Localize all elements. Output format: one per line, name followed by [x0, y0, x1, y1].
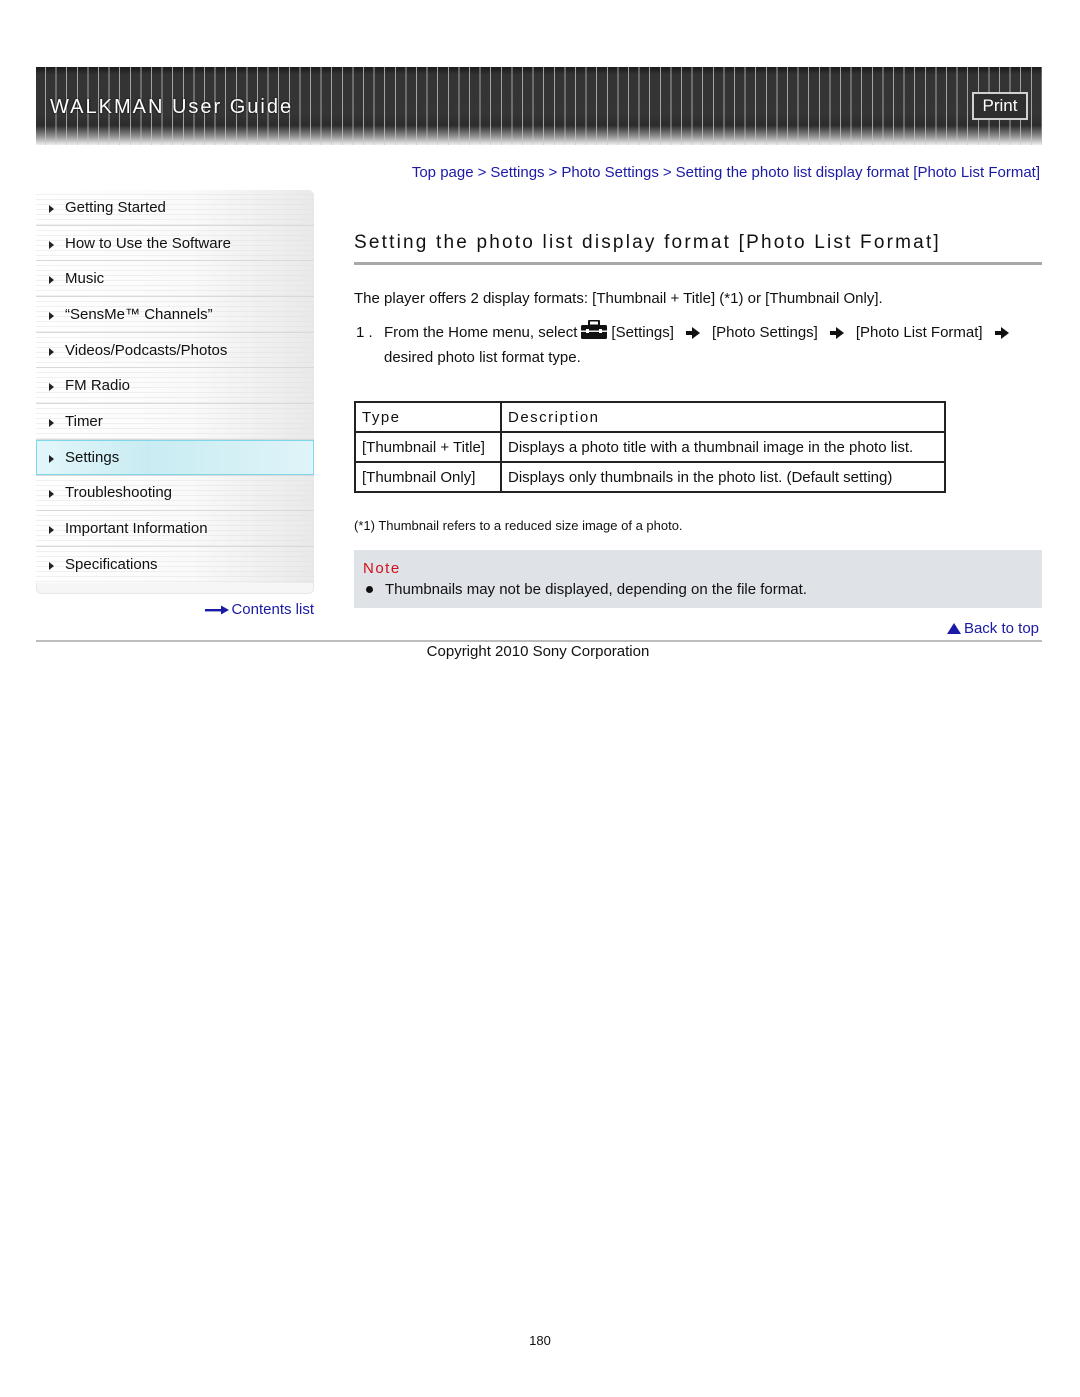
triangle-right-icon [49, 418, 54, 427]
step-number: 1 . [356, 324, 373, 341]
arrow-right-icon [205, 605, 230, 614]
sidebar-item-videos-podcasts-photos[interactable]: Videos/Podcasts/Photos [36, 332, 314, 369]
triangle-up-icon [946, 623, 961, 634]
sidebar-item-specifications[interactable]: Specifications [36, 546, 314, 583]
breadcrumb-settings[interactable]: Settings [490, 164, 544, 181]
sidebar-item-how-to-use-software[interactable]: How to Use the Software [36, 225, 314, 262]
note-item-text: Thumbnails may not be displayed, dependi… [385, 581, 807, 598]
title-divider [354, 262, 1042, 265]
triangle-right-icon [49, 311, 54, 320]
step-path-settings: [Settings] [611, 324, 674, 341]
sidebar-item-label: Timer [65, 412, 103, 430]
sidebar-item-music[interactable]: Music [36, 261, 314, 298]
sidebar-nav: Getting Started How to Use the Software … [36, 190, 314, 594]
table-cell-description: Displays only thumbnails in the photo li… [500, 461, 946, 493]
sidebar-item-label: Specifications [65, 556, 158, 574]
step-path-photo-settings: [Photo Settings] [711, 324, 818, 341]
sidebar-item-sensme-channels[interactable]: “SensMe™ Channels” [36, 297, 314, 333]
sidebar-item-label: Important Information [65, 520, 208, 538]
breadcrumb: Top page > Settings > Photo Settings > Setting… [412, 164, 1040, 181]
footnote: (*1) Thumbnail refers to a reduced size … [354, 518, 683, 533]
sidebar-item-settings[interactable]: Settings [36, 439, 314, 476]
triangle-right-icon [49, 526, 54, 535]
header-banner: WALKMAN User Guide Print [36, 67, 1042, 145]
column-header-type: Type [354, 401, 502, 433]
print-button[interactable]: Print [972, 92, 1028, 120]
contents-list-label: Contents list [231, 601, 314, 618]
breadcrumb-separator: > [548, 164, 558, 181]
sidebar-item-getting-started[interactable]: Getting Started [36, 190, 314, 226]
step-prefix: From the Home menu, select [384, 324, 578, 341]
note-title: Note [363, 560, 401, 577]
triangle-right-icon [49, 240, 54, 249]
table-cell-description: Displays a photo title with a thumbnail … [500, 431, 946, 463]
sidebar-item-fm-radio[interactable]: FM Radio [36, 368, 314, 405]
sidebar-item-label: Troubleshooting [65, 484, 173, 502]
triangle-right-icon [49, 204, 54, 213]
sidebar-item-troubleshooting[interactable]: Troubleshooting [36, 475, 314, 512]
sidebar-item-label: Videos/Podcasts/Photos [65, 341, 228, 359]
footer-divider [36, 640, 1042, 642]
sidebar-item-timer[interactable]: Timer [36, 404, 314, 440]
note-box: Note Thumbnails may not be displayed, de… [354, 550, 1042, 608]
arrow-right-icon [829, 326, 844, 339]
table-header-row: Type Description [354, 401, 946, 433]
breadcrumb-current-page[interactable]: Setting the photo list display format [P… [676, 164, 1040, 181]
sidebar-item-label: How to Use the Software [65, 234, 231, 252]
arrow-right-icon [994, 326, 1009, 339]
sidebar-item-label: FM Radio [65, 377, 131, 395]
copyright-text: Copyright 2010 Sony Corporation [426, 643, 650, 660]
breadcrumb-separator: > [477, 164, 487, 181]
page-title: Setting the photo list display format [P… [354, 232, 941, 253]
table-row: [Thumbnail Only] Displays only thumbnail… [354, 461, 946, 493]
page-number: 180 [529, 1333, 551, 1348]
column-header-description: Description [500, 401, 946, 433]
table-cell-type: [Thumbnail Only] [354, 461, 502, 493]
triangle-right-icon [49, 562, 54, 571]
sidebar-item-important-information[interactable]: Important Information [36, 511, 314, 547]
note-item: Thumbnails may not be displayed, dependi… [366, 581, 807, 598]
breadcrumb-photo-settings[interactable]: Photo Settings [561, 164, 659, 181]
contents-list-link[interactable]: Contents list [205, 601, 314, 618]
breadcrumb-top-page[interactable]: Top page [412, 164, 474, 181]
format-types-table: Type Description [Thumbnail + Title] Dis… [354, 401, 946, 493]
guide-title: WALKMAN User Guide [50, 96, 294, 118]
table-cell-type: [Thumbnail + Title] [354, 431, 502, 463]
sidebar-item-label: “SensMe™ Channels” [65, 305, 213, 323]
step-suffix: desired photo list format type. [384, 349, 581, 366]
triangle-right-icon [49, 276, 54, 285]
toolbox-icon [581, 319, 608, 339]
table-row: [Thumbnail + Title] Displays a photo tit… [354, 431, 946, 463]
breadcrumb-separator: > [662, 164, 672, 181]
back-to-top-label: Back to top [963, 620, 1039, 637]
triangle-right-icon [49, 454, 54, 463]
sidebar-item-label: Music [65, 270, 105, 288]
triangle-right-icon [49, 347, 54, 356]
sidebar-item-label: Getting Started [65, 198, 166, 216]
sidebar-item-label: Settings [65, 448, 120, 466]
intro-text: The player offers 2 display formats: [Th… [354, 290, 883, 307]
arrow-right-icon [685, 326, 700, 339]
step-path-photo-list-format: [Photo List Format] [855, 324, 983, 341]
triangle-right-icon [49, 383, 54, 392]
step-1: 1 . From the Home menu, select [Settings… [356, 319, 1042, 370]
bullet-icon [366, 586, 373, 593]
triangle-right-icon [49, 490, 54, 499]
back-to-top-link[interactable]: Back to top [946, 620, 1039, 637]
